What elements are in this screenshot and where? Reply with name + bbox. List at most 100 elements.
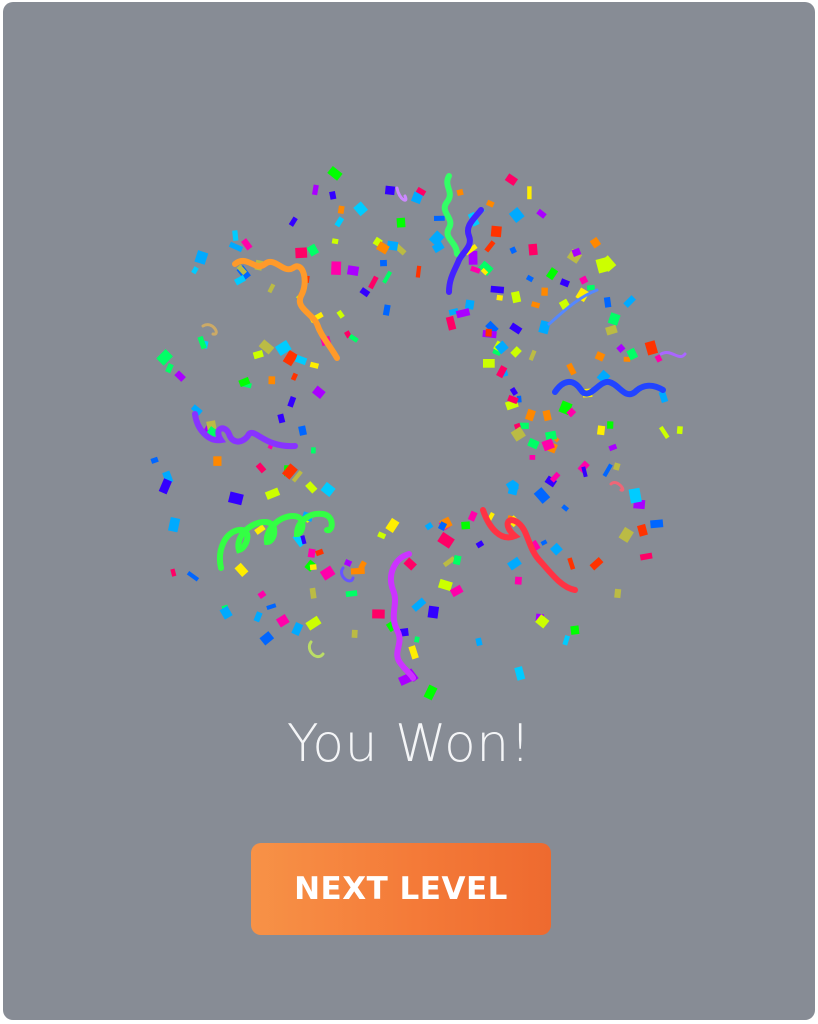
confetti-piece [490,225,502,238]
streamer [308,640,325,659]
confetti-piece [437,531,455,549]
confetti-piece [241,238,253,251]
confetti-piece [594,351,606,362]
confetti-piece [228,241,244,253]
confetti-piece [559,278,570,288]
confetti-piece [483,359,495,368]
confetti-piece [219,605,233,620]
confetti-burst-icon [150,165,687,701]
confetti-piece [540,539,548,546]
confetti-piece [377,531,387,540]
confetti-piece [359,287,371,298]
confetti-piece [637,523,648,537]
confetti-piece [524,408,536,422]
confetti-piece [616,343,626,353]
streamer [217,510,335,571]
confetti-piece [384,185,396,196]
confetti-piece [603,296,612,308]
confetti-piece [528,243,538,256]
confetti-piece [602,463,613,478]
confetti-piece [290,372,299,381]
confetti-piece [644,340,659,356]
confetti-piece [608,443,618,452]
confetti-piece [257,590,267,600]
confetti-piece [174,370,186,382]
confetti-piece [264,487,281,500]
confetti-piece [545,267,559,281]
confetti-piece [287,396,297,408]
confetti-piece [266,603,277,611]
confetti-piece [455,308,471,319]
confetti-piece [566,362,577,376]
confetti-piece [589,236,602,249]
confetti-piece [639,552,653,561]
confetti-piece [423,684,438,701]
confetti-piece [510,346,522,358]
confetti-piece [309,587,317,599]
confetti-piece [379,259,388,267]
confetti-piece [277,413,286,424]
confetti-piece [320,481,336,497]
confetti-piece [509,322,523,335]
confetti-piece [484,240,496,253]
confetti-piece [605,324,618,336]
confetti-piece [654,354,663,363]
confetti-piece [268,376,276,385]
confetti-piece [165,362,174,374]
confetti-piece [606,421,614,429]
confetti-piece [156,349,173,366]
confetti-piece [520,422,529,429]
confetti-piece [259,631,275,646]
confetti-piece [570,625,580,635]
next-level-button[interactable]: NEXT LEVEL [251,843,551,935]
confetti-piece [467,510,478,522]
confetti-piece [331,238,339,245]
confetti-piece [623,295,636,308]
confetti-piece [343,558,353,567]
confetti-piece [295,247,308,259]
confetti-piece [530,301,541,309]
win-title: You Won! [286,714,532,774]
confetti-piece [350,567,365,575]
confetti-piece [255,462,267,474]
confetti-piece [309,361,320,369]
confetti-piece [232,230,239,241]
confetti-piece [549,542,563,556]
confetti-piece [596,425,606,436]
confetti-piece [525,274,534,283]
confetti-piece [353,201,369,217]
confetti-piece [676,426,683,435]
confetti-piece [529,454,536,460]
confetti-piece [408,645,419,660]
streamer [659,351,687,359]
confetti-piece [437,578,453,592]
confetti-piece [628,487,642,504]
confetti-piece [650,519,664,529]
confetti-piece [475,637,483,647]
confetti-piece [337,205,345,215]
confetti-piece [485,328,492,337]
confetti-piece [541,287,548,296]
confetti-piece [309,564,317,571]
confetti-piece [305,615,322,631]
confetti-piece [508,207,525,224]
confetti-piece [561,504,570,512]
confetti-piece [298,425,307,436]
confetti-piece [589,556,604,571]
confetti-piece [607,312,621,326]
win-dialog: You Won! NEXT LEVEL [3,2,815,1020]
confetti-piece [414,636,420,643]
streamer [388,551,416,681]
confetti-piece [191,266,199,275]
streamer [547,288,599,326]
streamer [609,481,625,492]
confetti-piece [514,576,522,585]
confetti-piece [509,246,517,255]
confetti-piece [306,243,320,257]
confetti-piece [294,354,308,366]
confetti-piece [496,294,504,301]
confetti-piece [372,609,385,619]
confetti-piece [514,666,526,681]
streamer [395,186,408,202]
confetti-piece [386,240,399,251]
